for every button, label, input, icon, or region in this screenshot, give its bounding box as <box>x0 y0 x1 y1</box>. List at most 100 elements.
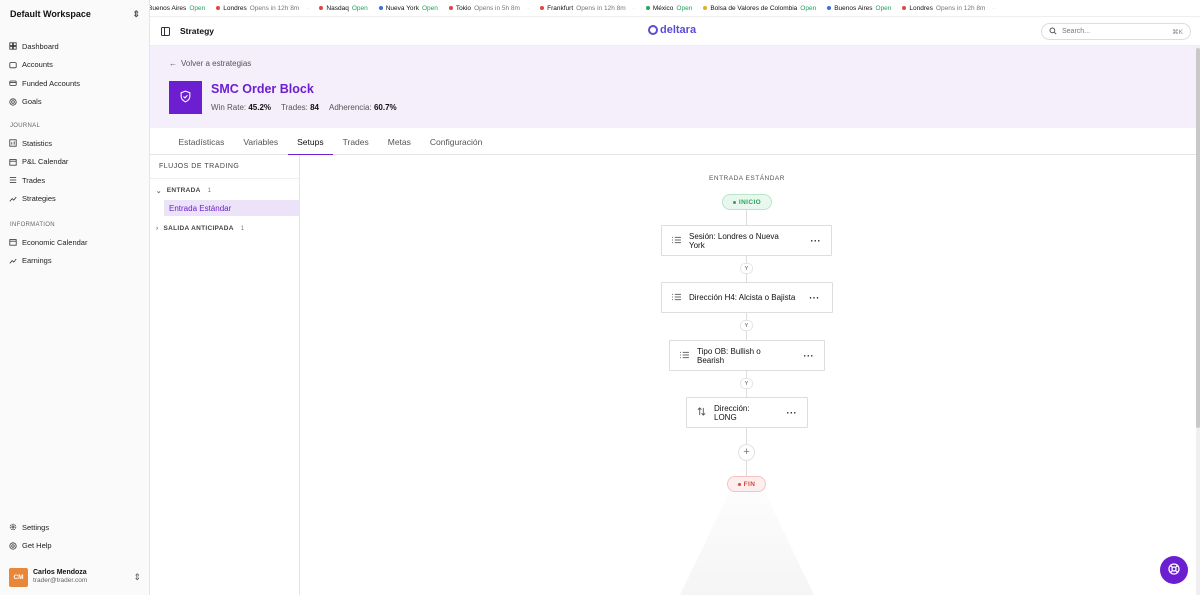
user-menu[interactable]: CM Carlos Mendoza trader@trader.com ⇕ <box>9 566 141 588</box>
ticker-market: Londres <box>909 4 933 12</box>
ticker-item: Buenos Aires Open <box>150 5 212 12</box>
sidebar-item-dashboard[interactable]: Dashboard <box>0 37 150 56</box>
arrow-left-icon: ← <box>169 59 177 68</box>
flow-item-entrada-estandar[interactable]: Entrada Estándar <box>164 200 299 216</box>
sidebar-item-earnings[interactable]: Earnings <box>0 252 150 271</box>
more-options-icon[interactable]: ··· <box>811 236 822 246</box>
help-icon <box>9 542 17 550</box>
ticker-status: Open <box>351 4 368 12</box>
ticker-separator: · <box>526 4 530 12</box>
flow-group-label: SALIDA ANTICIPADA <box>163 225 234 232</box>
tab-setups[interactable]: Setups <box>287 128 334 156</box>
sidebar-toggle-icon[interactable] <box>161 27 170 36</box>
topbar: Strategy deltara Search... ⌘K <box>150 17 1200 46</box>
sidebar-item-label: Strategies <box>22 194 56 204</box>
calendar-icon <box>9 158 17 166</box>
sidebar: Default Workspace ⇕ Dashboard Accounts F… <box>0 0 150 595</box>
sidebar-item-strategies[interactable]: Strategies <box>0 190 150 209</box>
ticker-item: Bolsa de Valores de Colombia Open <box>703 5 823 12</box>
ticker-market: Bolsa de Valores de Colombia <box>710 4 798 12</box>
status-dot-icon <box>319 6 324 10</box>
ticker-item: México Open <box>645 5 700 12</box>
strategy-icon-box <box>169 81 202 114</box>
sidebar-item-accounts[interactable]: Accounts <box>0 56 150 75</box>
ticker-item: Tokio Opens in 5h 8m · <box>448 4 536 12</box>
action-node[interactable]: Dirección: LONG ··· <box>686 397 808 428</box>
add-step-button[interactable]: + <box>738 444 755 461</box>
ticker-status: Open <box>421 4 438 12</box>
more-options-icon[interactable]: ··· <box>787 408 798 418</box>
status-dot-icon <box>703 6 708 10</box>
ticker-market: Buenos Aires <box>834 4 873 12</box>
ticker-market: Nasdaq <box>326 4 349 12</box>
workspace-switcher[interactable]: Default Workspace ⇕ <box>0 0 150 28</box>
sidebar-item-label: Accounts <box>22 60 53 70</box>
ticker-status: Open <box>875 4 892 12</box>
condition-label: Tipo OB: Bullish o Bearish <box>697 346 761 365</box>
connector-line <box>746 210 747 225</box>
flow-group-salida-anticipada[interactable]: › SALIDA ANTICIPADA 1 <box>150 219 299 238</box>
sidebar-item-label: Earnings <box>22 256 52 266</box>
more-options-icon[interactable]: ··· <box>804 351 815 361</box>
page-scrollbar[interactable] <box>1196 46 1200 595</box>
main-nav: Dashboard Accounts Funded Accounts Goals <box>0 37 150 111</box>
sidebar-item-pl-calendar[interactable]: P&L Calendar <box>0 153 150 172</box>
flow-group-label: ENTRADA <box>166 187 201 194</box>
start-label: INICIO <box>738 198 762 206</box>
tab-configuraci-n[interactable]: Configuración <box>420 128 491 155</box>
flow-canvas[interactable]: ENTRADA ESTÁNDAR INICIO Sesión: Londres … <box>300 155 1196 595</box>
list-icon <box>680 351 689 361</box>
back-link-label: Volver a estrategias <box>181 59 252 68</box>
action-label: Dirección: LONG <box>714 403 750 422</box>
trading-flows-panel: FLUJOS DE TRADING ⌄ ENTRADA 1 Entrada Es… <box>150 155 300 595</box>
status-dot-icon <box>216 6 221 10</box>
tab-metas[interactable]: Metas <box>378 128 420 155</box>
ticker-status: Opens in 12h 8m <box>935 4 986 12</box>
condition-node[interactable]: Dirección H4: Alcista o Bajista ··· <box>661 282 833 313</box>
list-icon <box>672 293 681 303</box>
status-dot-icon <box>448 6 453 10</box>
sidebar-item-get-help[interactable]: Get Help <box>0 537 150 556</box>
sidebar-item-economic-calendar[interactable]: Economic Calendar <box>0 233 150 252</box>
strategy-tabs: Estadísticas Variables Setups Trades Metas Co… <box>150 128 1196 156</box>
stat-label: Trades: <box>281 103 308 112</box>
logo-mark-icon <box>648 25 658 35</box>
flow-group-entrada[interactable]: ⌄ ENTRADA 1 <box>150 181 299 200</box>
condition-node[interactable]: Sesión: Londres o Nueva York ··· <box>661 225 832 256</box>
ticker-item: Nasdaq Open <box>319 5 374 12</box>
sidebar-item-funded-accounts[interactable]: Funded Accounts <box>0 74 150 93</box>
tab-estad-sticas[interactable]: Estadísticas <box>169 128 234 155</box>
bottom-nav: Settings Get Help <box>0 518 150 555</box>
search-input[interactable]: Search... ⌘K <box>1041 23 1191 40</box>
flow-group-count: 1 <box>207 187 212 194</box>
ticker-status: Open <box>800 4 817 12</box>
ticker-separator: · <box>632 4 635 12</box>
page-title: Strategy <box>180 26 215 36</box>
sidebar-item-settings[interactable]: Settings <box>0 518 150 537</box>
tab-variables[interactable]: Variables <box>234 128 288 155</box>
condition-node[interactable]: Tipo OB: Bullish o Bearish ··· <box>669 340 825 371</box>
stat-label: Adherencia: <box>329 103 372 112</box>
sidebar-item-statistics[interactable]: Statistics <box>0 134 150 153</box>
sidebar-item-goals[interactable]: Goals <box>0 93 150 112</box>
condition-label: Dirección H4: Alcista o Bajista <box>689 293 796 302</box>
status-dot-icon <box>902 6 907 10</box>
support-icon <box>1167 562 1181 578</box>
sidebar-item-label: P&L Calendar <box>22 157 69 167</box>
start-dot-icon <box>732 200 736 204</box>
ticker-separator: · <box>992 4 995 12</box>
tab-trades[interactable]: Trades <box>333 128 378 155</box>
chat-support-button[interactable] <box>1160 556 1188 584</box>
condition-label: Sesión: Londres o Nueva York <box>689 231 779 250</box>
ticker-status: Opens in 12h 8m <box>576 4 626 12</box>
ticker-item: Frankfurt Opens in 12h 8m · <box>540 5 642 12</box>
sidebar-item-label: Get Help <box>22 541 52 551</box>
back-link[interactable]: ← Volver a estrategias <box>169 59 251 68</box>
search-shortcut: ⌘K <box>1172 28 1183 36</box>
list-icon <box>672 236 681 246</box>
sidebar-item-trades[interactable]: Trades <box>0 171 150 190</box>
more-options-icon[interactable]: ··· <box>809 293 820 303</box>
scrollbar-thumb[interactable] <box>1196 48 1200 428</box>
stat-adherence: Adherencia: 60.7% <box>329 103 397 112</box>
information-nav: INFORMATION Economic Calendar Earnings <box>0 217 150 270</box>
